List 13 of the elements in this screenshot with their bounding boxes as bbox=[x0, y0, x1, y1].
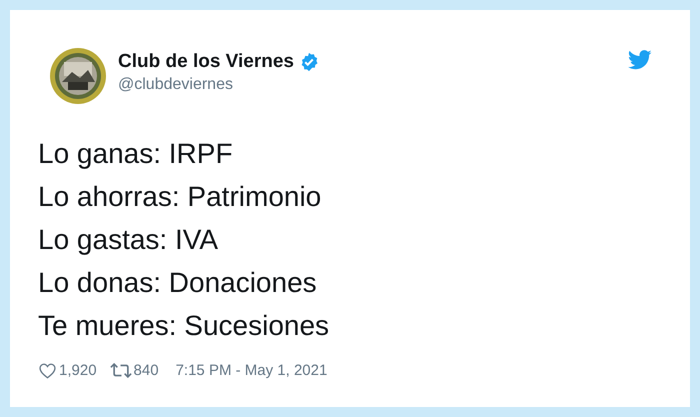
tweet-text-line: Lo ahorras: Patrimonio bbox=[38, 180, 322, 214]
like-count: 1,920 bbox=[59, 360, 97, 380]
tweet-text-line: Lo donas: Donaciones bbox=[38, 266, 317, 300]
tweet-text-line: Lo ganas: IRPF bbox=[38, 137, 233, 171]
author-name[interactable]: Club de los Viernes bbox=[118, 50, 294, 74]
tweet-text-line: Lo gastas: IVA bbox=[38, 223, 218, 257]
retweet-count: 840 bbox=[134, 360, 159, 380]
bird-icon[interactable] bbox=[628, 50, 652, 70]
author-handle[interactable]: @clubdeviernes bbox=[118, 74, 319, 96]
timestamp[interactable]: 7:15 PM - May 1, 2021 bbox=[176, 360, 328, 382]
retweet-icon[interactable] bbox=[110, 363, 132, 378]
tweet-text-line: Te mueres: Sucesiones bbox=[38, 309, 330, 343]
heart-icon[interactable] bbox=[39, 362, 56, 379]
